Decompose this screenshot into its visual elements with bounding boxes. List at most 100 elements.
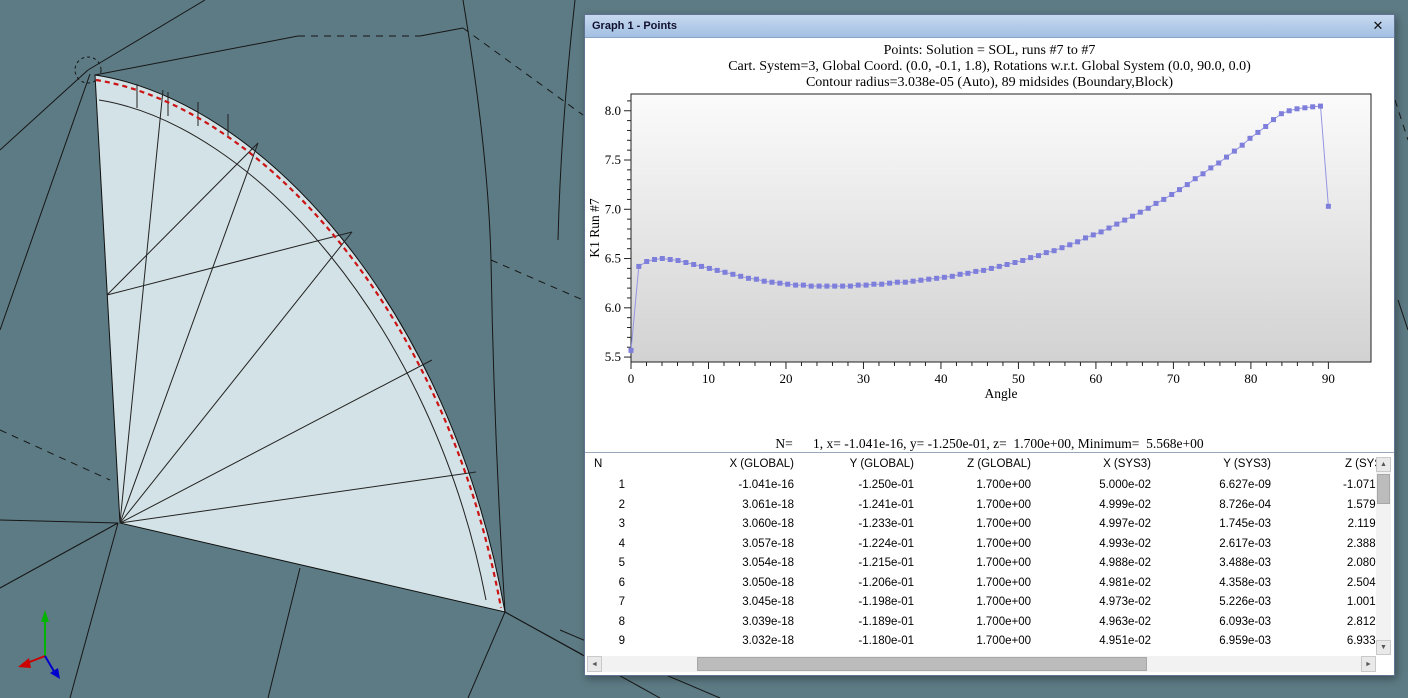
table-cell: 1.579e — [1293, 496, 1386, 516]
table-cell: 3.050e-18 — [655, 574, 816, 594]
table-cell: 5 — [585, 554, 655, 574]
table-cell: 4.993e-02 — [1053, 535, 1173, 555]
svg-text:6.0: 6.0 — [605, 300, 621, 315]
table-row[interactable]: 63.050e-18-1.206e-011.700e+004.981e-024.… — [585, 574, 1394, 594]
table-cell: 2.388e — [1293, 535, 1386, 555]
window-titlebar[interactable]: Graph 1 - Points ✕ — [585, 15, 1394, 38]
table-cell: 6 — [585, 574, 655, 594]
table-row[interactable]: 93.032e-18-1.180e-011.700e+004.951e-026.… — [585, 632, 1394, 652]
column-header-5[interactable]: Y (SYS3) — [1173, 453, 1293, 476]
table-cell: 3.061e-18 — [655, 496, 816, 516]
table-cell: 4.963e-02 — [1053, 613, 1173, 633]
table-cell: 1.700e+00 — [936, 535, 1053, 555]
k1-angle-chart: 01020304050607080905.56.06.57.07.58.0Ang… — [585, 84, 1392, 406]
table-header-row: NX (GLOBAL)Y (GLOBAL)Z (GLOBAL)X (SYS3)Y… — [585, 453, 1394, 476]
minimum-info-line: N= 1, x= -1.041e-16, y= -1.250e-01, z= 1… — [585, 436, 1394, 452]
table-row[interactable]: 73.045e-18-1.198e-011.700e+004.973e-025.… — [585, 593, 1394, 613]
table-cell: -1.180e-01 — [816, 632, 936, 652]
scroll-up-icon[interactable]: ▲ — [1376, 457, 1391, 472]
table-cell: -1.241e-01 — [816, 496, 936, 516]
column-header-4[interactable]: X (SYS3) — [1053, 453, 1173, 476]
graph-header-line2: Cart. System=3, Global Coord. (0.0, -0.1… — [585, 59, 1394, 75]
table-cell: 1.700e+00 — [936, 515, 1053, 535]
table-cell: 1 — [585, 476, 655, 496]
table-cell: 4 — [585, 535, 655, 555]
scroll-left-icon[interactable]: ◄ — [587, 656, 602, 672]
table-cell: 1.700e+00 — [936, 593, 1053, 613]
svg-text:5.5: 5.5 — [605, 349, 621, 364]
points-table-panel: NX (GLOBAL)Y (GLOBAL)Z (GLOBAL)X (SYS3)Y… — [585, 452, 1394, 675]
table-cell: -1.215e-01 — [816, 554, 936, 574]
vertical-scrollbar-thumb[interactable] — [1377, 474, 1390, 504]
table-cell: 3.488e-03 — [1173, 554, 1293, 574]
svg-text:6.5: 6.5 — [605, 251, 621, 266]
table-cell: -1.071e — [1293, 476, 1386, 496]
table-cell: 1.700e+00 — [936, 613, 1053, 633]
close-icon[interactable]: ✕ — [1369, 17, 1387, 35]
table-cell: 4.999e-02 — [1053, 496, 1173, 516]
svg-text:K1 Run #7: K1 Run #7 — [587, 198, 602, 258]
svg-text:60: 60 — [1089, 371, 1102, 386]
table-cell: 4.981e-02 — [1053, 574, 1173, 594]
table-cell: 1.700e+00 — [936, 476, 1053, 496]
svg-text:Angle: Angle — [985, 386, 1018, 401]
column-header-6[interactable]: Z (SYS — [1293, 453, 1386, 476]
column-header-2[interactable]: Y (GLOBAL) — [816, 453, 936, 476]
svg-text:50: 50 — [1012, 371, 1025, 386]
table-cell: 4.988e-02 — [1053, 554, 1173, 574]
table-cell: 5.226e-03 — [1173, 593, 1293, 613]
table-row[interactable]: 33.060e-18-1.233e-011.700e+004.997e-021.… — [585, 515, 1394, 535]
table-cell: 8 — [585, 613, 655, 633]
table-cell: 3.054e-18 — [655, 554, 816, 574]
column-header-0[interactable]: N — [585, 453, 655, 476]
table-cell: 2.080e — [1293, 554, 1386, 574]
table-cell: 3.032e-18 — [655, 632, 816, 652]
table-cell: 3.039e-18 — [655, 613, 816, 633]
table-cell: -1.189e-01 — [816, 613, 936, 633]
table-cell: 2.812e — [1293, 613, 1386, 633]
table-cell: 3.045e-18 — [655, 593, 816, 613]
column-header-3[interactable]: Z (GLOBAL) — [936, 453, 1053, 476]
svg-text:7.0: 7.0 — [605, 201, 621, 216]
table-cell: -1.224e-01 — [816, 535, 936, 555]
horizontal-scrollbar[interactable]: ◄ ► — [587, 656, 1376, 672]
window-title: Graph 1 - Points — [592, 20, 677, 32]
application-screen: Graph 1 - Points ✕ Points: Solution = SO… — [0, 0, 1408, 698]
table-row[interactable]: 23.061e-18-1.241e-011.700e+004.999e-028.… — [585, 496, 1394, 516]
table-row[interactable]: 53.054e-18-1.215e-011.700e+004.988e-023.… — [585, 554, 1394, 574]
svg-text:40: 40 — [934, 371, 947, 386]
orientation-triad — [18, 610, 60, 679]
table-cell: 1.700e+00 — [936, 574, 1053, 594]
table-cell: 9 — [585, 632, 655, 652]
table-cell: 8.726e-04 — [1173, 496, 1293, 516]
svg-text:80: 80 — [1244, 371, 1257, 386]
table-cell: 4.951e-02 — [1053, 632, 1173, 652]
svg-text:10: 10 — [702, 371, 715, 386]
table-cell: 4.358e-03 — [1173, 574, 1293, 594]
column-header-1[interactable]: X (GLOBAL) — [655, 453, 816, 476]
horizontal-scrollbar-thumb[interactable] — [697, 657, 1147, 671]
table-cell: 2 — [585, 496, 655, 516]
table-cell: 7 — [585, 593, 655, 613]
svg-text:70: 70 — [1167, 371, 1180, 386]
table-body: 1-1.041e-16-1.250e-011.700e+005.000e-026… — [585, 476, 1394, 652]
table-cell: 1.700e+00 — [936, 554, 1053, 574]
model-sector[interactable] — [95, 75, 505, 612]
vertical-scrollbar[interactable]: ▲ ▼ — [1376, 457, 1391, 655]
svg-text:30: 30 — [857, 371, 870, 386]
table-cell: 6.627e-09 — [1173, 476, 1293, 496]
scroll-right-icon[interactable]: ► — [1361, 656, 1376, 672]
table-cell: 4.997e-02 — [1053, 515, 1173, 535]
table-cell: 3.057e-18 — [655, 535, 816, 555]
graph-header-line1: Points: Solution = SOL, runs #7 to #7 — [585, 43, 1394, 59]
table-row[interactable]: 83.039e-18-1.189e-011.700e+004.963e-026.… — [585, 613, 1394, 633]
table-cell: -1.250e-01 — [816, 476, 936, 496]
table-cell: 6.959e-03 — [1173, 632, 1293, 652]
graph-window: Graph 1 - Points ✕ Points: Solution = SO… — [584, 14, 1395, 676]
table-cell: 1.745e-03 — [1173, 515, 1293, 535]
table-row[interactable]: 43.057e-18-1.224e-011.700e+004.993e-02 2.… — [585, 535, 1394, 555]
table-cell: 2.504e — [1293, 574, 1386, 594]
svg-text:7.5: 7.5 — [605, 152, 621, 167]
scroll-down-icon[interactable]: ▼ — [1376, 640, 1391, 655]
table-row[interactable]: 1-1.041e-16-1.250e-011.700e+005.000e-026… — [585, 476, 1394, 496]
